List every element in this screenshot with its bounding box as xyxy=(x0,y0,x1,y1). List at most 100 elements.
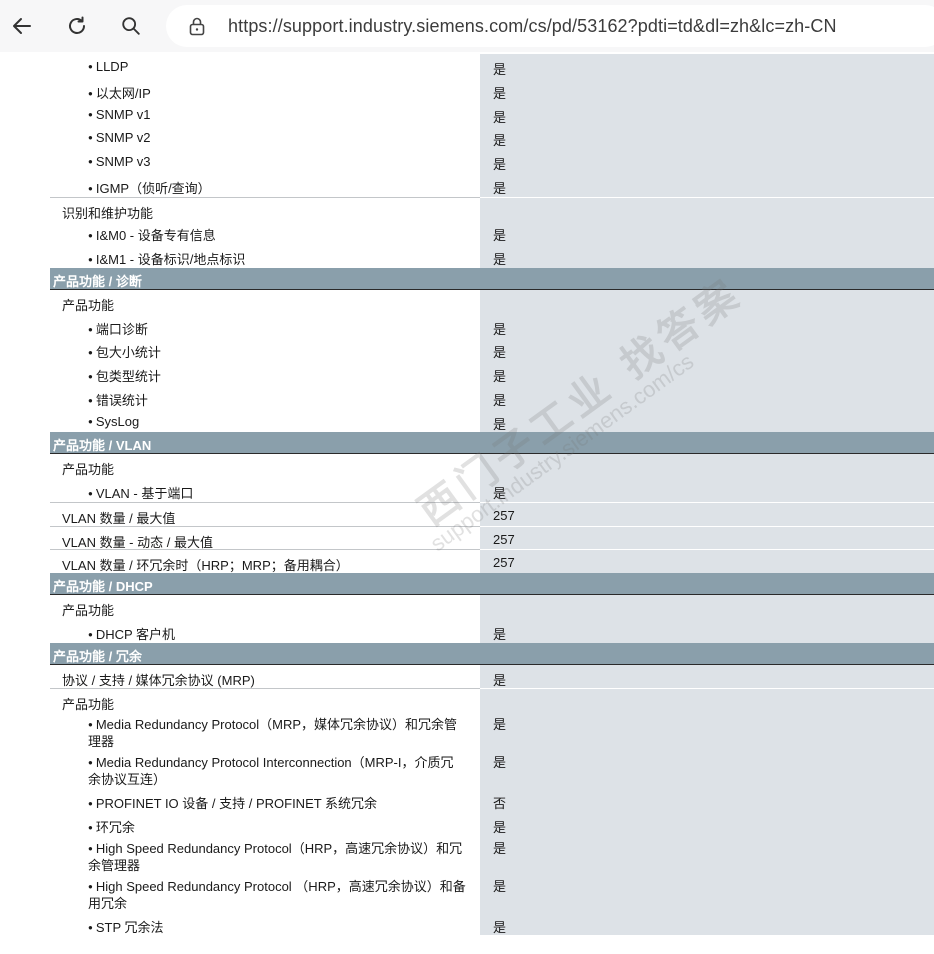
row-value-cell: 是 xyxy=(480,149,934,173)
row-label-cell: 错误统计 xyxy=(50,384,480,409)
row-value-cell: 是 xyxy=(480,244,934,268)
row-label-cell: SysLog xyxy=(50,408,480,433)
row-value: 是 xyxy=(493,133,507,149)
address-bar[interactable]: https://support.industry.siemens.com/cs/… xyxy=(166,5,934,47)
row-value: 是 xyxy=(493,755,507,770)
row-label-cell: I&M1 - 设备标识/地点标识 xyxy=(50,244,480,268)
row-label-cell: Media Redundancy Protocol Interconnectio… xyxy=(50,750,480,788)
row-value-cell: 是 xyxy=(480,220,934,244)
table-row: VLAN 数量 / 最大值 257 xyxy=(50,501,934,526)
row-value-cell: 是 xyxy=(480,77,934,102)
row-value: 是 xyxy=(493,85,507,101)
section-title: 产品功能 / DHCP xyxy=(53,579,153,594)
row-label-cell: High Speed Redundancy Protocol（HRP，高速冗余协… xyxy=(50,835,480,874)
row-value-cell: 是 xyxy=(480,811,934,836)
row-value: 是 xyxy=(493,626,507,642)
row-value-cell: 257 xyxy=(480,525,934,550)
row-label-cell: 产品功能 xyxy=(50,289,480,314)
row-label: High Speed Redundancy Protocol（HRP，高速冗余协… xyxy=(88,841,466,873)
row-value-cell xyxy=(480,595,934,619)
row-label: SysLog xyxy=(88,414,139,429)
row-value: 是 xyxy=(493,878,507,894)
table-row: 错误统计 是 xyxy=(50,384,934,409)
row-label-cell: 包大小统计 xyxy=(50,337,480,361)
table-row: I&M0 - 设备专有信息 是 xyxy=(50,220,934,244)
table-row: DHCP 客户机 是 xyxy=(50,618,934,643)
row-label: 环冗余 xyxy=(88,817,135,836)
row-value-cell: 是 xyxy=(480,125,934,149)
row-value-cell: 是 xyxy=(480,54,934,78)
row-value: 是 xyxy=(493,819,507,835)
table-row: Media Redundancy Protocol Interconnectio… xyxy=(50,750,934,788)
row-value: 257 xyxy=(493,531,515,547)
row-label: 产品功能 xyxy=(62,697,115,713)
row-label: Media Redundancy Protocol（MRP，媒体冗余协议）和冗余… xyxy=(88,717,466,749)
row-value: 是 xyxy=(493,369,507,384)
table-row: 产品功能 xyxy=(50,595,934,619)
table-row: 包类型统计 是 xyxy=(50,361,934,385)
browser-toolbar: https://support.industry.siemens.com/cs/… xyxy=(0,0,934,52)
row-value: 是 xyxy=(493,157,507,172)
row-label: VLAN 数量 - 动态 / 最大值 xyxy=(62,534,213,550)
row-value-cell: 是 xyxy=(480,384,934,409)
lock-icon[interactable] xyxy=(188,16,206,41)
row-label: DHCP 客户机 xyxy=(88,624,175,643)
row-value: 是 xyxy=(493,252,507,267)
row-label: 产品功能 xyxy=(62,603,115,618)
row-value-cell: 257 xyxy=(480,501,934,526)
reload-icon[interactable] xyxy=(61,10,93,42)
row-value: 是 xyxy=(493,109,507,125)
row-value: 是 xyxy=(493,228,507,244)
url-text[interactable]: https://support.industry.siemens.com/cs/… xyxy=(228,16,837,37)
row-value-cell: 是 xyxy=(480,337,934,361)
row-label: VLAN 数量 / 最大值 xyxy=(62,510,176,526)
row-label-cell: SNMP v3 xyxy=(50,149,480,173)
row-value-cell: 是 xyxy=(480,408,934,433)
row-label-cell: STP 冗余法 xyxy=(50,911,480,936)
row-value-cell: 是 xyxy=(480,313,934,338)
row-value-cell: 是 xyxy=(480,911,934,936)
row-value-cell xyxy=(480,289,934,314)
row-value-cell: 是 xyxy=(480,712,934,750)
row-label: 以太网/IP xyxy=(88,83,151,102)
row-value-cell: 是 xyxy=(480,873,934,912)
row-label-cell: 包类型统计 xyxy=(50,361,480,385)
row-label: STP 冗余法 xyxy=(88,917,164,936)
row-value-cell: 是 xyxy=(480,618,934,643)
row-value: 是 xyxy=(493,672,507,688)
table-row: High Speed Redundancy Protocol（HRP，高速冗余协… xyxy=(50,835,934,874)
row-value-cell: 否 xyxy=(480,788,934,812)
row-label: 包类型统计 xyxy=(88,366,161,385)
row-value: 是 xyxy=(493,919,507,935)
spec-table: LLDP是以太网/IP是SNMP v1是SNMP v2是SNMP v3是IGMP… xyxy=(50,54,934,936)
row-label: SNMP v1 xyxy=(88,107,151,122)
row-value-cell: 是 xyxy=(480,750,934,788)
row-label-cell: SNMP v2 xyxy=(50,125,480,149)
table-row: 包大小统计 是 xyxy=(50,337,934,361)
row-label: SNMP v3 xyxy=(88,154,151,169)
section-title: 产品功能 / VLAN xyxy=(53,438,152,454)
table-row: 协议 / 支持 / 媒体冗余协议 (MRP) 是 xyxy=(50,664,934,689)
table-row: 产品功能 xyxy=(50,688,934,712)
table-row: SNMP v1 是 xyxy=(50,101,934,126)
section-header: 产品功能 / 冗余 xyxy=(50,642,934,665)
table-row: SNMP v2 是 xyxy=(50,125,934,149)
back-arrow-icon[interactable] xyxy=(6,10,38,42)
table-row: SysLog 是 xyxy=(50,408,934,433)
row-label: VLAN 数量 / 环冗余时（HRP；MRP；备用耦合） xyxy=(62,558,349,574)
section-title: 产品功能 / 冗余 xyxy=(53,648,142,664)
row-label: High Speed Redundancy Protocol （HRP，高速冗余… xyxy=(88,879,466,911)
row-label: I&M0 - 设备专有信息 xyxy=(88,225,216,244)
row-label: SNMP v2 xyxy=(88,130,151,145)
row-value-cell xyxy=(480,688,934,712)
search-icon[interactable] xyxy=(115,10,147,42)
row-label-cell: 产品功能 xyxy=(50,688,480,712)
table-row: STP 冗余法 是 xyxy=(50,911,934,936)
section-title: 产品功能 / 诊断 xyxy=(53,273,142,289)
row-label-cell: 以太网/IP xyxy=(50,77,480,102)
row-label-cell: 端口诊断 xyxy=(50,313,480,338)
row-value-cell: 257 xyxy=(480,549,934,573)
table-row: VLAN - 基于端口 是 xyxy=(50,478,934,502)
row-label: 产品功能 xyxy=(62,462,115,478)
section-header: 产品功能 / VLAN xyxy=(50,432,934,455)
